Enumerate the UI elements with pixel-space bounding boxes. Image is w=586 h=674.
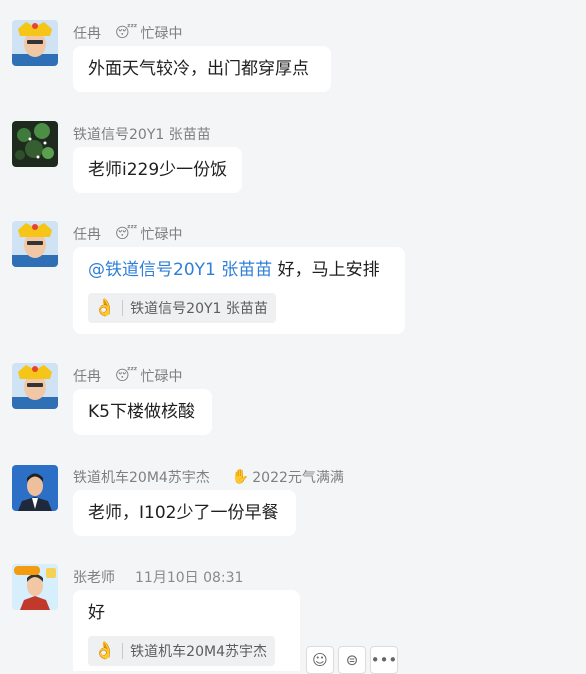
status-text: 忙碌中 xyxy=(140,227,183,243)
sender-name[interactable]: 铁道机车20M4苏宇杰 xyxy=(73,467,210,487)
reaction-user: 铁道信号20Y1 张苗苗 xyxy=(130,301,268,317)
reply-icon: ⊜ xyxy=(345,651,359,669)
avatar[interactable] xyxy=(12,465,58,511)
avatar-image xyxy=(12,121,58,167)
message-meta: 任冉 😴 忙碌中 xyxy=(73,23,182,43)
avatar[interactable] xyxy=(12,564,58,610)
message-timestamp: 11月10日 08:31 xyxy=(135,570,244,586)
ok-hand-icon: 👌 xyxy=(94,640,116,661)
message-text: 好 xyxy=(88,603,105,623)
avatar[interactable] xyxy=(12,363,58,409)
sleeping-face-icon: 😴 xyxy=(115,226,138,242)
sender-name[interactable]: 张老师 xyxy=(73,567,115,587)
message-text: 外面天气较冷，出门都穿厚点 xyxy=(88,59,309,79)
message-bubble[interactable]: K5下楼做核酸 xyxy=(73,389,212,435)
reaction-user: 铁道机车20M4苏宇杰 xyxy=(130,644,267,660)
more-button[interactable]: ••• xyxy=(370,646,398,674)
raised-hand-icon: ✋ xyxy=(231,469,250,485)
message-meta: 铁道信号20Y1 张苗苗 xyxy=(73,124,225,144)
reaction-chip[interactable]: 👌 铁道信号20Y1 张苗苗 xyxy=(88,293,276,323)
user-status: 😴 忙碌中 xyxy=(115,23,182,43)
message-meta: 任冉 😴 忙碌中 xyxy=(73,366,182,386)
status-text: 忙碌中 xyxy=(140,26,183,42)
avatar[interactable] xyxy=(12,121,58,167)
sleeping-face-icon: 😴 xyxy=(115,25,138,41)
avatar[interactable] xyxy=(12,20,58,66)
emoji-button[interactable]: ☺ xyxy=(306,646,334,674)
mention-link[interactable]: @铁道信号20Y1 张苗苗 xyxy=(88,260,272,280)
status-text: 忙碌中 xyxy=(140,369,183,385)
status-text: 2022元气满满 xyxy=(252,470,344,486)
message-bubble[interactable]: 老师，I102少了一份早餐 xyxy=(73,490,296,536)
sender-name[interactable]: 任冉 xyxy=(73,224,101,244)
sender-name[interactable]: 铁道信号20Y1 张苗苗 xyxy=(73,124,211,144)
reaction-chip[interactable]: 👌 铁道机车20M4苏宇杰 xyxy=(88,636,275,666)
divider xyxy=(122,300,124,316)
avatar-image xyxy=(12,221,58,267)
sender-name[interactable]: 任冉 xyxy=(73,23,101,43)
message-bubble[interactable]: @铁道信号20Y1 张苗苗 好，马上安排 👌 铁道信号20Y1 张苗苗 xyxy=(73,247,405,334)
more-icon: ••• xyxy=(370,651,398,669)
message-meta: 铁道机车20M4苏宇杰 ✋ 2022元气满满 xyxy=(73,467,344,487)
message-bubble[interactable]: 老师i229少一份饭 xyxy=(73,147,242,193)
user-status: 😴 忙碌中 xyxy=(115,366,182,386)
message-text: @铁道信号20Y1 张苗苗 好，马上安排 xyxy=(88,247,390,293)
avatar-image xyxy=(12,20,58,66)
avatar-image xyxy=(12,564,58,610)
message-text: 老师，I102少了一份早餐 xyxy=(88,503,279,523)
avatar-image xyxy=(12,465,58,511)
ok-hand-icon: 👌 xyxy=(94,297,116,318)
message-bubble[interactable]: 外面天气较冷，出门都穿厚点 xyxy=(73,46,331,92)
emoji-icon: ☺ xyxy=(312,651,328,669)
message-text: 老师i229少一份饭 xyxy=(88,160,228,180)
avatar[interactable] xyxy=(12,221,58,267)
message-actions: ☺ ⊜ ••• xyxy=(306,646,398,674)
user-status: ✋ 2022元气满满 xyxy=(232,467,344,487)
message-meta: 张老师 11月10日 08:31 xyxy=(73,567,243,587)
message-meta: 任冉 😴 忙碌中 xyxy=(73,224,182,244)
user-status: 😴 忙碌中 xyxy=(115,224,182,244)
message-text: K5下楼做核酸 xyxy=(88,402,195,422)
sleeping-face-icon: 😴 xyxy=(115,368,138,384)
avatar-image xyxy=(12,363,58,409)
message-text-body: 好，马上安排 xyxy=(272,260,380,280)
sender-name[interactable]: 任冉 xyxy=(73,366,101,386)
divider xyxy=(122,643,124,659)
message-bubble[interactable]: 好 👌 铁道机车20M4苏宇杰 xyxy=(73,590,300,671)
reply-button[interactable]: ⊜ xyxy=(338,646,366,674)
